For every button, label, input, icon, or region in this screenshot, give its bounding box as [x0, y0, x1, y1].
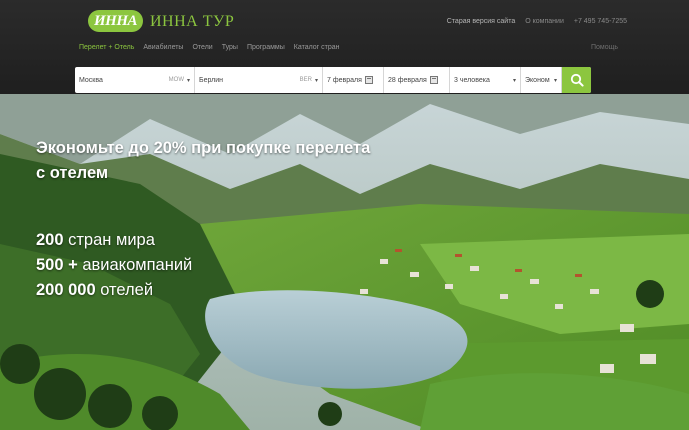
nav-item-programs[interactable]: Программы	[247, 43, 285, 53]
search-icon	[570, 73, 584, 87]
stat-label: отелей	[95, 281, 154, 299]
page: ИННА ИННА ТУР Старая версия сайта О комп…	[0, 0, 689, 430]
date-from-field[interactable]: 7 февраля	[323, 67, 384, 93]
main-nav: Перелет + Отель Авиабилеты Отели Туры Пр…	[79, 43, 340, 53]
calendar-icon[interactable]	[429, 76, 438, 84]
nav-item-countries[interactable]: Каталог стран	[294, 43, 340, 53]
nav-item-flights[interactable]: Авиабилеты	[143, 43, 183, 53]
nav-item-hotels[interactable]: Отели	[192, 43, 212, 53]
date-to-field[interactable]: 28 февраля	[384, 67, 450, 93]
site-header: ИННА ИННА ТУР Старая версия сайта О комп…	[0, 0, 689, 94]
to-city-value: Берлин	[199, 76, 224, 84]
stat-countries: 200 стран мира	[36, 228, 192, 253]
stat-value: 500 +	[36, 256, 78, 274]
hero-headline: Экономьте до 20% при покупке перелета с …	[36, 139, 371, 182]
old-version-link[interactable]: Старая версия сайта	[447, 17, 516, 27]
nav-item-flight-hotel[interactable]: Перелет + Отель	[79, 43, 134, 53]
chevron-down-icon: ▾	[512, 77, 516, 84]
chevron-down-icon: ▾	[314, 77, 318, 84]
stat-hotels: 200 000 отелей	[36, 278, 192, 303]
hero-banner: Экономьте до 20% при покупке перелета с …	[0, 94, 689, 430]
logo-badge[interactable]: ИННА	[88, 10, 143, 32]
date-from-value: 7 февраля	[327, 76, 362, 84]
stat-value: 200	[36, 231, 64, 249]
from-city-code: MOW	[168, 77, 184, 83]
stat-label: стран мира	[63, 231, 155, 249]
calendar-icon[interactable]	[364, 76, 373, 84]
logo-text[interactable]: ИННА ТУР	[150, 12, 234, 32]
chevron-down-icon: ▾	[553, 77, 557, 84]
top-links: Старая версия сайта О компании +7 495 74…	[447, 17, 627, 27]
from-city-value: Москва	[79, 76, 103, 84]
class-value: Эконом	[525, 76, 550, 84]
phone-link[interactable]: +7 495 745-7255	[574, 17, 627, 27]
travelers-value: 3 человека	[454, 76, 490, 84]
search-bar: Москва MOW ▾ Берлин BER ▾ 7 февраля 28 ф…	[75, 67, 591, 93]
to-city-code: BER	[299, 77, 312, 83]
date-to-value: 28 февраля	[388, 76, 427, 84]
stat-label: авиакомпаний	[77, 256, 193, 274]
nav-item-tours[interactable]: Туры	[222, 43, 238, 53]
help-link[interactable]: Помощь	[591, 43, 618, 53]
from-city-field[interactable]: Москва MOW ▾	[75, 67, 195, 93]
search-button[interactable]	[562, 67, 591, 93]
travelers-select[interactable]: 3 человека ▾	[450, 67, 521, 93]
stat-airlines: 500 + авиакомпаний	[36, 253, 192, 278]
class-select[interactable]: Эконом ▾	[521, 67, 562, 93]
to-city-field[interactable]: Берлин BER ▾	[195, 67, 323, 93]
stat-value: 200 000	[36, 281, 96, 299]
hero-stats: 200 стран мира 500 + авиакомпаний 200 00…	[36, 228, 192, 303]
about-link[interactable]: О компании	[525, 17, 564, 27]
chevron-down-icon: ▾	[186, 77, 190, 84]
